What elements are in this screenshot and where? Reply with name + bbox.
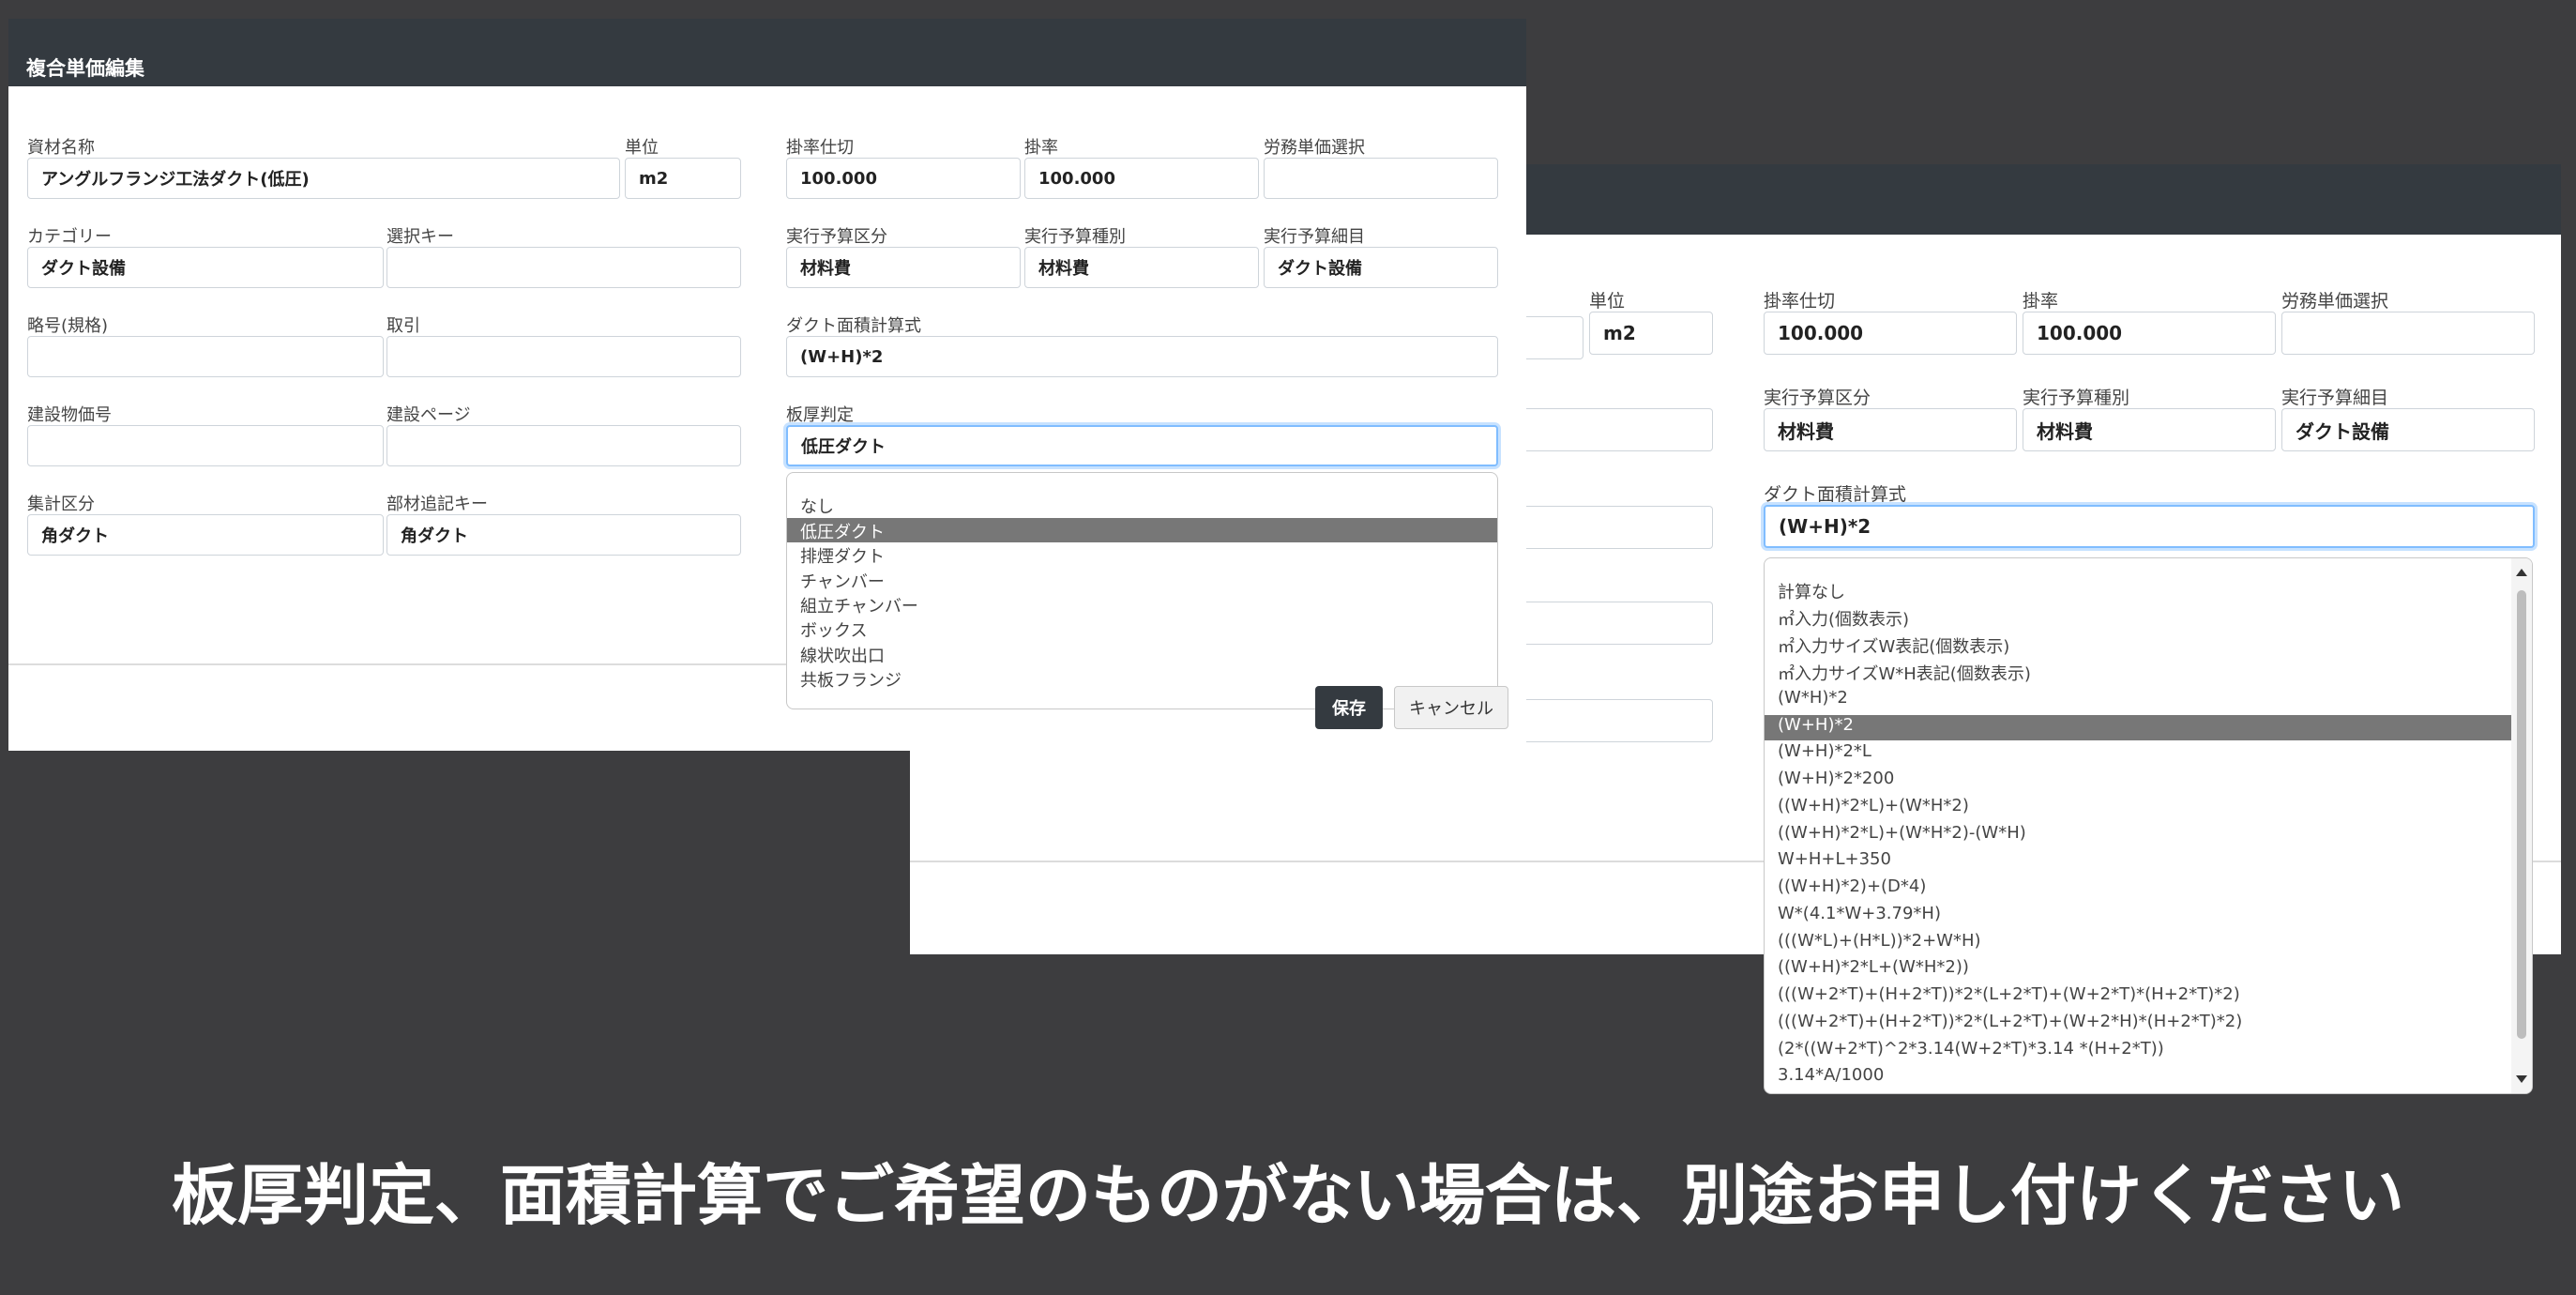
back-rate-cut-label: 掛率仕切 [1764, 291, 1836, 312]
formula-option[interactable]: ㎡入力(個数表示) [1778, 606, 1909, 631]
formula-option[interactable]: ((W+H)*2*L+(W*H*2)) [1778, 957, 1969, 977]
labor-select-field[interactable] [1264, 158, 1498, 199]
budget-detail-field[interactable]: ダクト設備 [1264, 247, 1498, 288]
back-labor-select-field[interactable] [2281, 312, 2535, 355]
trade-field[interactable] [386, 336, 741, 377]
unit-label: 単位 [625, 138, 659, 158]
thickness-option-highlight [787, 518, 1497, 542]
bldg-page-label: 建設ページ [386, 405, 471, 425]
formula-option[interactable]: ((W+H)*2*L)+(W*H*2) [1778, 796, 1969, 815]
category-field[interactable]: ダクト設備 [27, 247, 384, 288]
thickness-option[interactable]: 組立チャンバー [800, 593, 918, 617]
labor-select-label: 労務単価選択 [1264, 138, 1365, 158]
formula-option[interactable]: 計算なし [1778, 579, 1845, 603]
formula-option[interactable]: W*(4.1*W+3.79*H) [1778, 904, 1941, 923]
bldg-page-field[interactable] [386, 425, 741, 466]
formula-option-highlight [1765, 715, 2511, 740]
formula-option[interactable]: (((W*L)+(H*L))*2+W*H) [1778, 931, 1981, 951]
duct-formula-select[interactable]: (W+H)*2 [786, 336, 1498, 377]
budget-type-label: 実行予算種別 [1024, 227, 1126, 247]
parts-key-field[interactable]: 角ダクト [386, 514, 741, 556]
formula-option[interactable]: (2*((W+2*T)^2*3.14(W+2*T)*3.14 *(H+2*T)) [1778, 1039, 2164, 1059]
back-budget-type-label: 実行予算種別 [2023, 388, 2130, 408]
parts-key-label: 部材追記キー [386, 495, 488, 514]
bldg-price-no-field[interactable] [27, 425, 384, 466]
formula-option[interactable]: (W+H)*2*L [1778, 741, 1871, 761]
budget-type-field[interactable]: 材料費 [1024, 247, 1259, 288]
thickness-option[interactable]: 排煙ダクト [800, 543, 885, 568]
abbrev-label: 略号(規格) [27, 316, 109, 336]
tally-class-field[interactable]: 角ダクト [27, 514, 384, 556]
scroll-down-arrow-icon[interactable] [2511, 1069, 2532, 1089]
trade-label: 取引 [386, 316, 420, 336]
rate-label: 掛率 [1024, 138, 1058, 158]
material-name-label: 資材名称 [27, 138, 95, 158]
formula-option[interactable]: W+H+L+350 [1778, 849, 1891, 869]
formula-option-selected[interactable]: (W+H)*2 [1778, 715, 1854, 735]
save-button[interactable]: 保存 [1315, 686, 1383, 729]
thickness-option[interactable]: 共板フランジ [800, 667, 902, 692]
rate-field[interactable]: 100.000 [1024, 158, 1259, 199]
dialog-front-header: 複合単価編集 [8, 19, 1526, 86]
bldg-price-no-label: 建設物価号 [27, 405, 112, 425]
scroll-up-arrow-icon[interactable] [2511, 562, 2532, 583]
back-budget-detail-label: 実行予算細目 [2281, 388, 2389, 408]
front-footer-divider [8, 663, 786, 665]
back-budget-type-field[interactable]: 材料費 [2023, 408, 2276, 451]
formula-option[interactable]: ㎡入力サイズW*H表記(個数表示) [1778, 661, 2031, 685]
abbrev-field[interactable] [27, 336, 384, 377]
dialog-title: 複合単価編集 [26, 57, 144, 80]
thickness-option[interactable]: ボックス [800, 617, 867, 642]
category-label: カテゴリー [27, 227, 112, 247]
thickness-option[interactable]: なし [800, 494, 834, 518]
formula-option[interactable]: ((W+H)*2*L)+(W*H*2)-(W*H) [1778, 823, 2026, 843]
formula-option[interactable]: (W*H)*2 [1778, 688, 1848, 708]
budget-class-field[interactable]: 材料費 [786, 247, 1021, 288]
duct-formula-label: ダクト面積計算式 [786, 316, 921, 336]
back-unit-label: 単位 [1589, 291, 1626, 312]
formula-dropdown-scrollbar[interactable] [2511, 558, 2532, 1093]
back-rate-cut-field[interactable]: 100.000 [1764, 312, 2017, 355]
tally-class-label: 集計区分 [27, 495, 95, 514]
thickness-option-selected[interactable]: 低圧ダクト [800, 519, 885, 543]
select-key-field[interactable] [386, 247, 741, 288]
formula-option[interactable]: (((W+2*T)+(H+2*T))*2*(L+2*T)+(W+2*T)*(H+… [1778, 984, 2240, 1004]
scrollbar-thumb[interactable] [2517, 590, 2526, 1039]
formula-option[interactable]: 3.14*A/1000 [1778, 1065, 1884, 1085]
back-duct-formula-select[interactable]: (W+H)*2 [1764, 505, 2535, 548]
dialog-front: 複合単価編集 資材名称 アングルフランジ工法ダクト(低圧) 単位 m2 掛率仕切… [8, 19, 1526, 751]
formula-dropdown-list[interactable]: 計算なし ㎡入力(個数表示) ㎡入力サイズW表記(個数表示) ㎡入力サイズW*H… [1764, 557, 2533, 1094]
back-budget-detail-field[interactable]: ダクト設備 [2281, 408, 2535, 451]
back-duct-formula-label: ダクト面積計算式 [1764, 484, 1907, 505]
back-rate-field[interactable]: 100.000 [2023, 312, 2276, 355]
formula-option[interactable]: (((W+2*T)+(H+2*T))*2*(L+2*T)+(W+2*H)*(H+… [1778, 1012, 2242, 1031]
back-budget-class-field[interactable]: 材料費 [1764, 408, 2017, 451]
back-rate-label: 掛率 [2023, 291, 2059, 312]
thickness-dropdown-list[interactable]: なし 低圧ダクト 排煙ダクト チャンバー 組立チャンバー ボックス 線状吹出口 … [786, 472, 1498, 709]
formula-option[interactable]: ((W+H)*2)+(D*4) [1778, 876, 1926, 896]
back-budget-class-label: 実行予算区分 [1764, 388, 1871, 408]
thickness-option[interactable]: 線状吹出口 [800, 643, 885, 667]
thickness-option[interactable]: チャンバー [800, 569, 885, 593]
cancel-button[interactable]: キャンセル [1394, 686, 1508, 729]
rate-cut-label: 掛率仕切 [786, 138, 854, 158]
formula-option[interactable]: ㎡入力サイズW表記(個数表示) [1778, 633, 2009, 658]
unit-field[interactable]: m2 [625, 158, 741, 199]
formula-option[interactable]: (W+H)*2*200 [1778, 769, 1894, 788]
thickness-label: 板厚判定 [786, 405, 854, 425]
back-unit-field[interactable]: m2 [1589, 312, 1713, 355]
thickness-select[interactable]: 低圧ダクト [786, 425, 1498, 466]
material-name-field[interactable]: アングルフランジ工法ダクト(低圧) [27, 158, 620, 199]
budget-detail-label: 実行予算細目 [1264, 227, 1365, 247]
select-key-label: 選択キー [386, 227, 454, 247]
caption-text: 板厚判定、面積計算でご希望のものがない場合は、別途お申し付けください [172, 1157, 2404, 1234]
rate-cut-field[interactable]: 100.000 [786, 158, 1021, 199]
budget-class-label: 実行予算区分 [786, 227, 887, 247]
back-labor-select-label: 労務単価選択 [2281, 291, 2389, 312]
